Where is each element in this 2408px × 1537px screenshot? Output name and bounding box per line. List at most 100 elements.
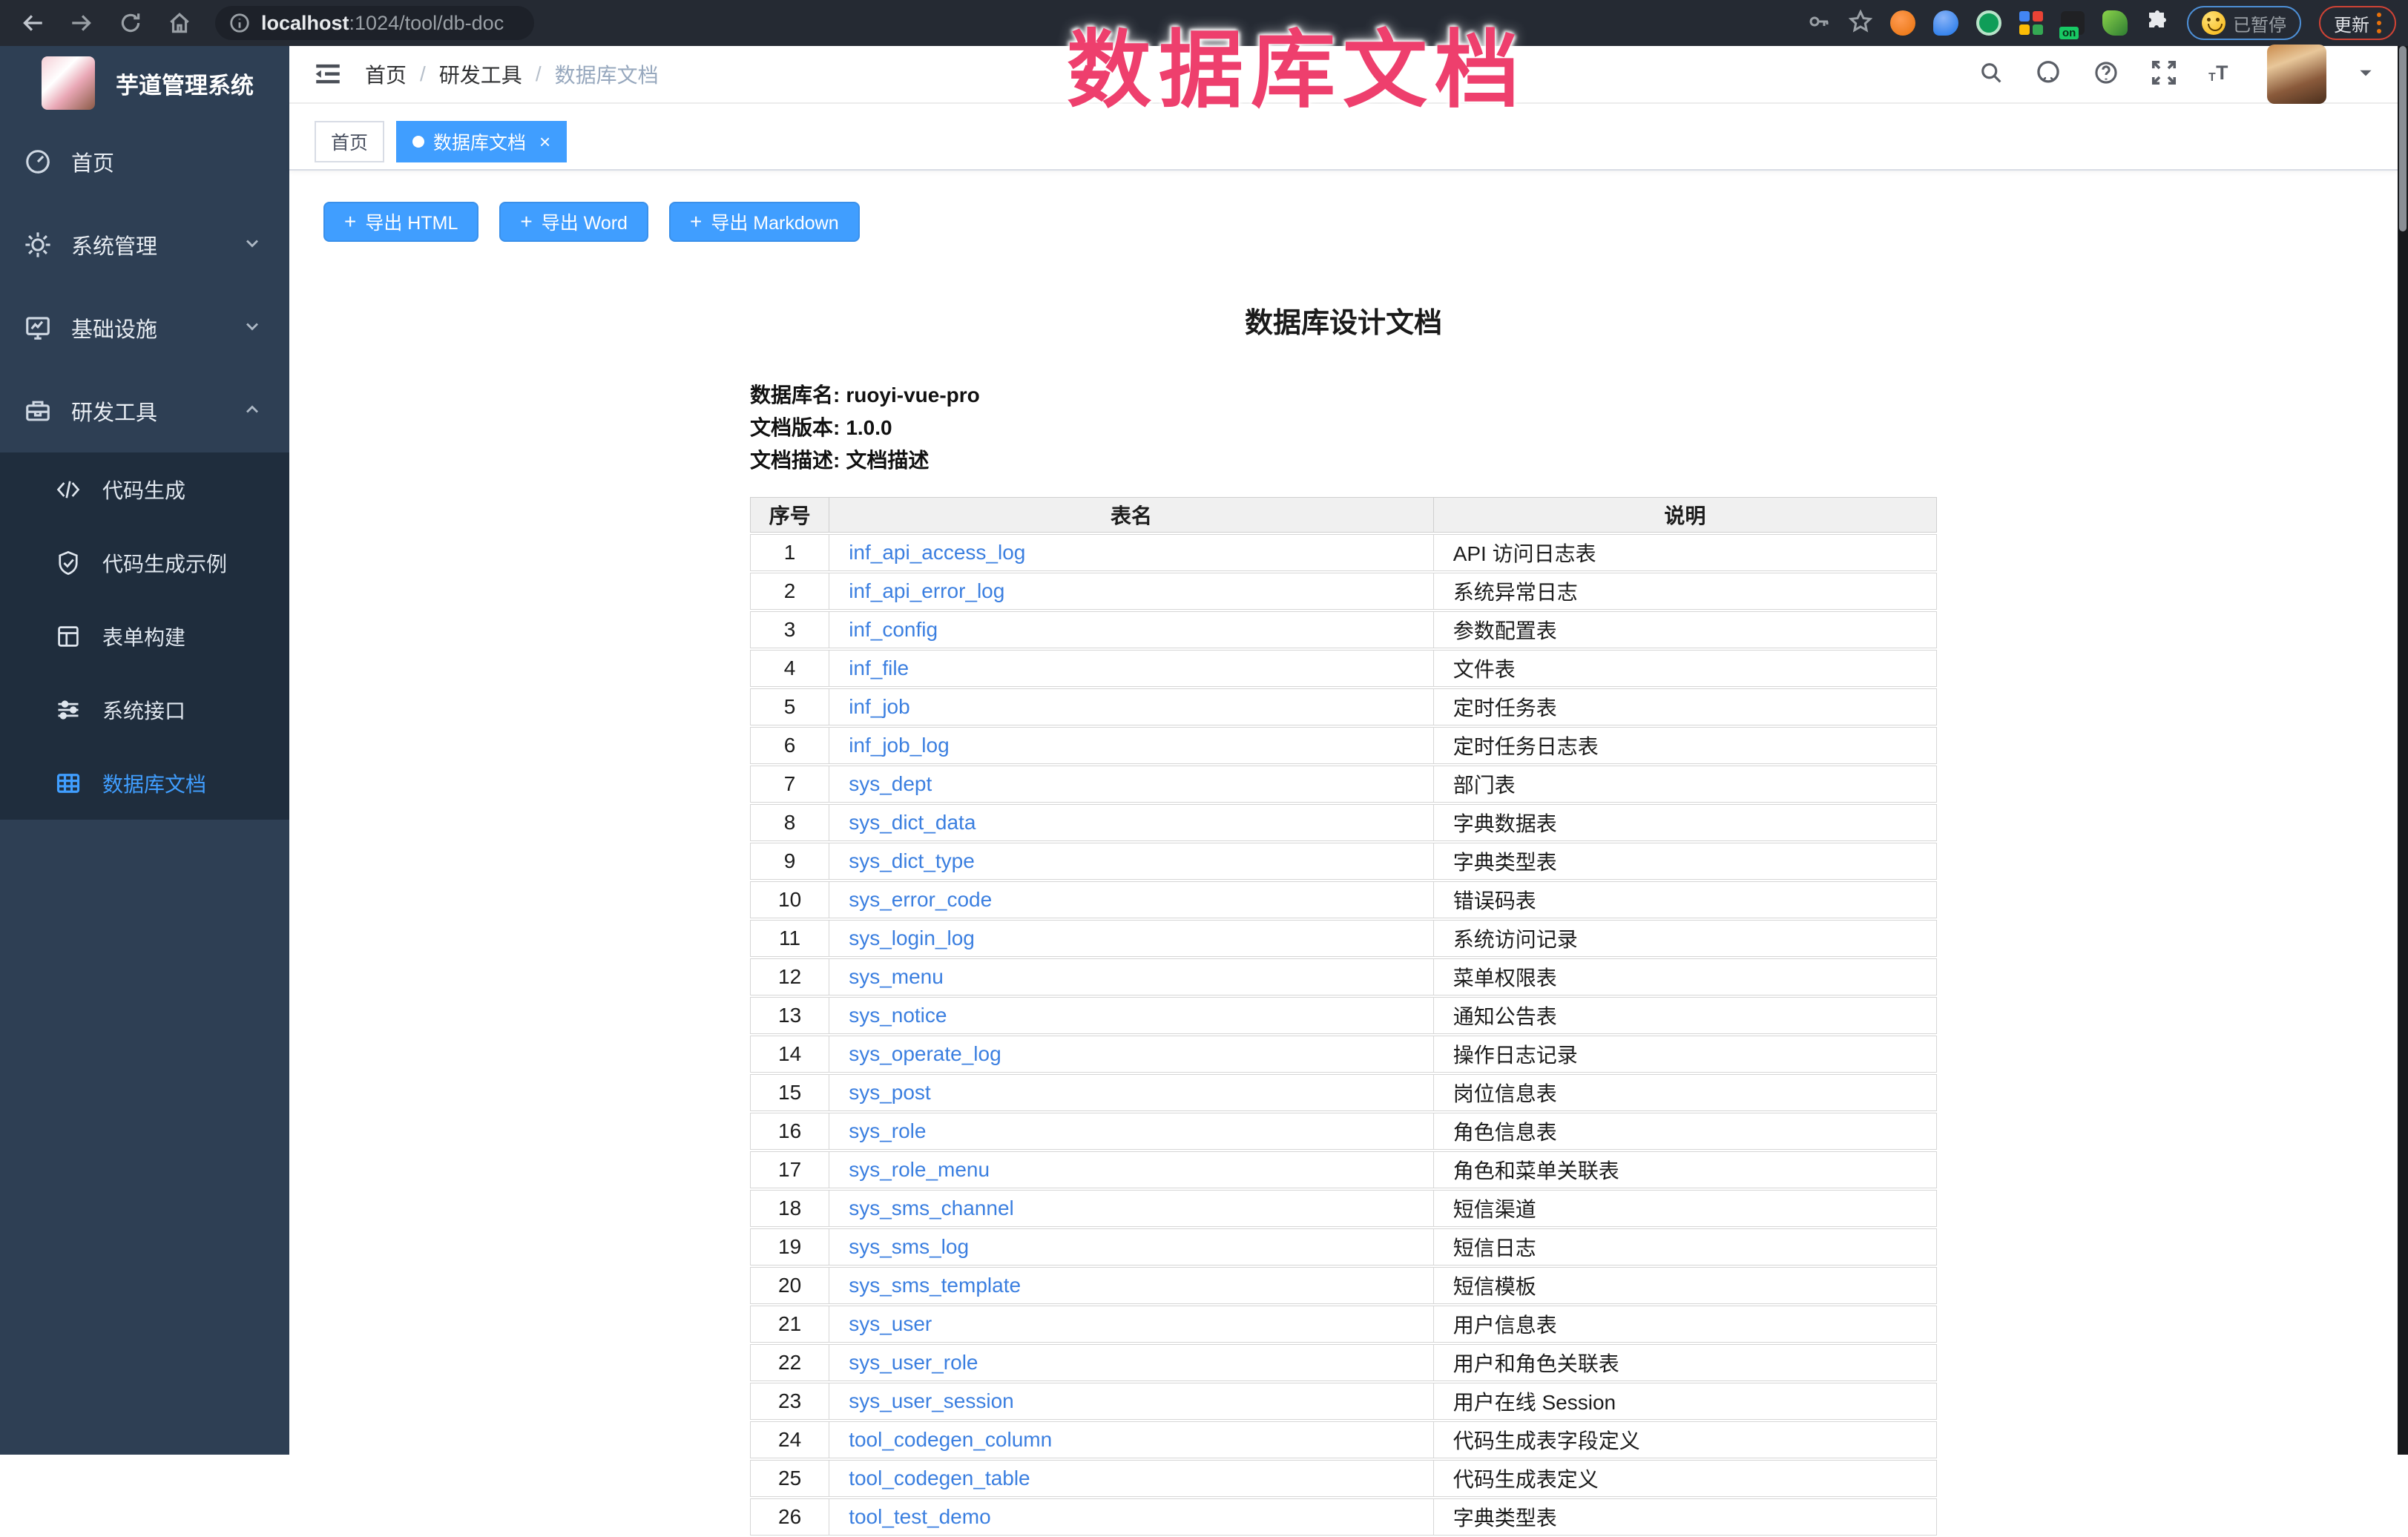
table-name-link[interactable]: sys_user_session (849, 1389, 1014, 1412)
forward-icon[interactable] (65, 7, 98, 39)
table-name-link[interactable]: tool_test_demo (849, 1505, 990, 1528)
row-desc: 角色和菜单关联表 (1434, 1151, 1937, 1188)
extension-leaf-icon[interactable] (2102, 10, 2128, 36)
row-no: 18 (750, 1190, 829, 1227)
table-name-link[interactable]: sys_sms_log (849, 1235, 969, 1258)
table-name-link[interactable]: inf_config (849, 618, 938, 641)
site-info-icon[interactable] (228, 12, 251, 34)
search-icon[interactable] (1978, 59, 2004, 90)
row-desc: 字典类型表 (1434, 843, 1937, 880)
sidebar-item-infra[interactable]: 基础设施 (0, 286, 289, 369)
table-name-link[interactable]: tool_codegen_column (849, 1428, 1052, 1451)
row-no: 8 (750, 804, 829, 841)
home-icon[interactable] (163, 7, 196, 39)
user-avatar[interactable] (2267, 45, 2326, 104)
sidebar-item-system[interactable]: 系统管理 (0, 203, 289, 286)
sidebar-item-label: 系统管理 (71, 229, 157, 260)
table-name-link[interactable]: sys_user_role (849, 1351, 978, 1374)
reload-icon[interactable] (114, 7, 147, 39)
button-label: 导出 HTML (365, 208, 458, 235)
row-no: 25 (750, 1460, 829, 1497)
tag-home[interactable]: 首页 (315, 121, 384, 162)
row-desc: API 访问日志表 (1434, 534, 1937, 571)
sidebar-item-label: 首页 (71, 146, 114, 177)
table-name-link[interactable]: sys_role_menu (849, 1158, 990, 1181)
sidebar-item-codegen-demo[interactable]: 代码生成示例 (0, 526, 289, 599)
table-name-link[interactable]: sys_dict_data (849, 811, 976, 834)
row-desc: 字典数据表 (1434, 804, 1937, 841)
export-markdown-button[interactable]: + 导出 Markdown (669, 202, 860, 242)
browser-menu-icon[interactable] (2377, 13, 2381, 33)
sidebar-item-db-doc[interactable]: 数据库文档 (0, 746, 289, 820)
address-bar[interactable]: localhost:1024/tool/db-doc (215, 6, 534, 40)
caret-down-icon[interactable] (2356, 63, 2375, 86)
scrollbar-thumb[interactable] (2399, 46, 2407, 231)
table-name-link[interactable]: sys_operate_log (849, 1042, 1001, 1065)
fullscreen-icon[interactable] (2150, 59, 2178, 90)
breadcrumb-home[interactable]: 首页 (365, 59, 407, 89)
extension-grid-icon[interactable] (2019, 11, 2043, 35)
table-name-link[interactable]: sys_sms_template (849, 1274, 1021, 1297)
row-no: 17 (750, 1151, 829, 1188)
key-icon[interactable] (1807, 10, 1831, 37)
table-name-link[interactable]: sys_dict_type (849, 849, 975, 872)
menu-fold-icon[interactable] (310, 56, 346, 92)
github-icon[interactable] (2034, 59, 2062, 90)
row-no: 4 (750, 650, 829, 687)
table-row: 9 sys_dict_type 字典类型表 (750, 843, 1937, 880)
plus-icon: + (344, 211, 356, 232)
extension-green-check-icon[interactable] (1976, 10, 2001, 36)
page-scrollbar[interactable] (2398, 46, 2408, 1455)
sidebar-item-form-builder[interactable]: 表单构建 (0, 599, 289, 673)
extension-blue-icon[interactable] (1933, 10, 1958, 36)
sliders-icon (55, 697, 82, 723)
table-name-link[interactable]: tool_codegen_table (849, 1467, 1030, 1490)
back-icon[interactable] (16, 7, 49, 39)
export-html-button[interactable]: + 导出 HTML (323, 202, 478, 242)
table-name-link[interactable]: sys_notice (849, 1004, 947, 1027)
page-content: + 导出 HTML + 导出 Word + 导出 Markdown 数据库设计文… (289, 202, 2398, 1537)
plus-icon: + (520, 211, 532, 232)
update-button[interactable]: 更新 (2319, 6, 2396, 40)
export-word-button[interactable]: + 导出 Word (499, 202, 648, 242)
table-name-link[interactable]: sys_user (849, 1312, 932, 1335)
table-header-row: 序号 表名 说明 (750, 497, 1937, 533)
table-name-link[interactable]: inf_file (849, 656, 909, 679)
tag-db-doc[interactable]: 数据库文档 × (396, 121, 567, 162)
table-name-link[interactable]: sys_error_code (849, 888, 992, 911)
row-desc: 操作日志记录 (1434, 1036, 1937, 1073)
help-icon[interactable] (2092, 59, 2120, 90)
table-name-link[interactable]: sys_menu (849, 965, 944, 988)
table-name-link[interactable]: inf_job_log (849, 734, 949, 757)
table-name-link[interactable]: sys_sms_channel (849, 1197, 1014, 1220)
table-row: 21 sys_user 用户信息表 (750, 1306, 1937, 1343)
emoji-face-icon (2202, 11, 2226, 35)
sidebar-item-api[interactable]: 系统接口 (0, 673, 289, 746)
table-row: 20 sys_sms_template 短信模板 (750, 1267, 1937, 1304)
paused-badge[interactable]: 已暂停 (2187, 6, 2301, 40)
table-row: 3 inf_config 参数配置表 (750, 611, 1937, 648)
table-name-link[interactable]: sys_role (849, 1119, 926, 1142)
sidebar-item-devtools[interactable]: 研发工具 (0, 369, 289, 452)
font-size-icon[interactable]: TT (2208, 58, 2237, 91)
table-name-link[interactable]: sys_post (849, 1081, 931, 1104)
main-area: 首页 / 研发工具 / 数据库文档 TT (289, 46, 2398, 1455)
table-name-link[interactable]: inf_api_error_log (849, 579, 1004, 602)
extensions-puzzle-icon[interactable] (2145, 10, 2169, 37)
dashboard-icon (24, 148, 52, 176)
tag-close-icon[interactable]: × (539, 132, 550, 151)
table-name-link[interactable]: sys_dept (849, 772, 932, 795)
app-logo-row[interactable]: 芋道管理系统 (0, 46, 289, 120)
table-name-link[interactable]: sys_login_log (849, 927, 975, 949)
extension-on-badge-icon[interactable]: on (2061, 11, 2085, 35)
sidebar-item-label: 基础设施 (71, 312, 157, 343)
table-name-link[interactable]: inf_api_access_log (849, 541, 1025, 564)
breadcrumb-devtools[interactable]: 研发工具 (439, 59, 522, 89)
sidebar-item-codegen[interactable]: 代码生成 (0, 452, 289, 526)
table-row: 1 inf_api_access_log API 访问日志表 (750, 534, 1937, 571)
extension-orange-icon[interactable] (1890, 10, 1915, 36)
row-desc: 定时任务表 (1434, 688, 1937, 725)
sidebar-item-home[interactable]: 首页 (0, 120, 289, 203)
table-name-link[interactable]: inf_job (849, 695, 910, 718)
bookmark-star-icon[interactable] (1849, 10, 1872, 37)
